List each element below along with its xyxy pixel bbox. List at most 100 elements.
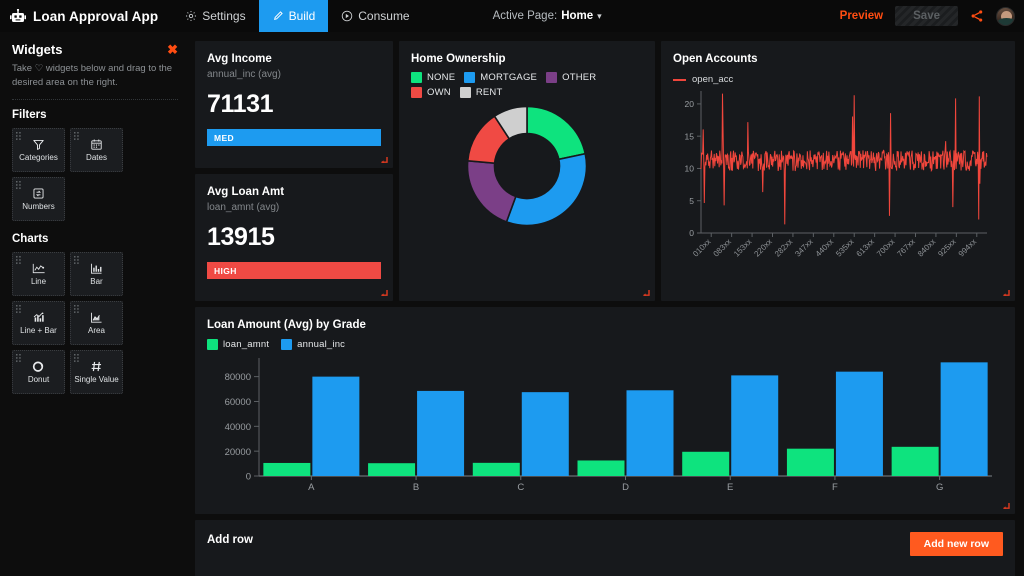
- donut-slice[interactable]: [467, 159, 517, 223]
- header-actions: Preview Save: [840, 6, 1024, 26]
- widget-dates[interactable]: Dates: [70, 127, 123, 172]
- chart-title: Open Accounts: [673, 53, 758, 65]
- bar-annual_inc[interactable]: [835, 371, 883, 476]
- bar-loan_amnt[interactable]: [368, 463, 416, 476]
- y-tick-label: 20000: [225, 447, 251, 458]
- resize-handle[interactable]: [1002, 289, 1010, 297]
- donut-slice[interactable]: [526, 106, 587, 161]
- app-title: Loan Approval App: [33, 8, 159, 24]
- main-nav: Settings Build Consume: [172, 0, 422, 32]
- nav-settings-label: Settings: [202, 9, 246, 23]
- widget-categories[interactable]: Categories: [12, 127, 65, 172]
- legend-swatch: [459, 87, 471, 98]
- chart-title: Loan Amount (Avg) by Grade: [207, 319, 366, 331]
- area-chart-icon: [90, 310, 103, 325]
- sidebar-description: Take ♡ widgets below and drag to the des…: [12, 63, 173, 88]
- donut-slice[interactable]: [505, 152, 587, 226]
- dashboard-row-2: Loan Amount (Avg) by Grade loan_amnt annu…: [195, 307, 1015, 514]
- bar-loan_amnt[interactable]: [786, 448, 834, 476]
- widget-label: Categories: [19, 153, 58, 163]
- widget-area[interactable]: Area: [70, 300, 123, 345]
- resize-handle[interactable]: [642, 289, 650, 297]
- card-home-ownership[interactable]: Home Ownership NONE MORTGAGE OTHER OWN RENT: [399, 41, 655, 301]
- legend-label: OWN: [427, 87, 451, 98]
- legend-item[interactable]: MORTGAGE: [464, 72, 537, 83]
- bar-loan_amnt[interactable]: [472, 462, 520, 476]
- robot-icon: [10, 8, 26, 24]
- x-tick-label: D: [622, 482, 629, 493]
- drag-handle-icon[interactable]: [74, 353, 79, 362]
- bar-loan_amnt[interactable]: [682, 451, 730, 476]
- bar-annual_inc[interactable]: [312, 376, 360, 476]
- resize-handle[interactable]: [380, 289, 388, 297]
- x-tick-label: 220xx: [752, 237, 773, 258]
- y-tick-label: 40000: [225, 422, 251, 433]
- resize-handle[interactable]: [1002, 502, 1010, 510]
- drag-handle-icon[interactable]: [16, 180, 21, 189]
- widget-label: Bar: [90, 277, 103, 287]
- card-avg-income[interactable]: Avg Income annual_inc (avg) 71131 MED: [195, 41, 393, 168]
- widget-line[interactable]: Line: [12, 251, 65, 296]
- legend-line-swatch: [673, 78, 686, 81]
- hash-icon: [90, 359, 103, 374]
- kpi-column: Avg Income annual_inc (avg) 71131 MED Av…: [195, 41, 393, 301]
- widget-donut[interactable]: Donut: [12, 349, 65, 394]
- nav-build[interactable]: Build: [258, 0, 329, 32]
- bar-loan_amnt[interactable]: [891, 446, 939, 476]
- legend-item[interactable]: OWN: [411, 87, 451, 98]
- bar-annual_inc[interactable]: [521, 392, 569, 476]
- nav-consume[interactable]: Consume: [328, 0, 422, 32]
- bar-annual_inc[interactable]: [417, 390, 465, 476]
- bar-annual_inc[interactable]: [940, 362, 988, 476]
- widget-label: Single Value: [74, 375, 119, 385]
- drag-handle-icon[interactable]: [16, 131, 21, 140]
- widget-bar[interactable]: Bar: [70, 251, 123, 296]
- bar-annual_inc[interactable]: [731, 375, 779, 476]
- widgets-sidebar: Widgets ✖ Take ♡ widgets below and drag …: [0, 32, 190, 576]
- y-tick-label: 80000: [225, 372, 251, 383]
- bar-annual_inc[interactable]: [626, 390, 674, 476]
- save-button[interactable]: Save: [895, 6, 958, 26]
- y-tick-label: 0: [689, 228, 694, 238]
- legend-item[interactable]: NONE: [411, 72, 455, 83]
- card-avg-loan-amt[interactable]: Avg Loan Amt loan_amnt (avg) 13915 HIGH: [195, 174, 393, 301]
- legend-item[interactable]: annual_inc: [281, 339, 345, 350]
- legend-item[interactable]: loan_amnt: [207, 339, 269, 350]
- legend-item[interactable]: OTHER: [546, 72, 596, 83]
- legend-swatch: [411, 87, 422, 98]
- drag-handle-icon[interactable]: [16, 353, 21, 362]
- drag-handle-icon[interactable]: [16, 304, 21, 313]
- x-tick-label: C: [517, 482, 524, 493]
- add-new-row-button[interactable]: Add new row: [909, 532, 1003, 556]
- legend-item[interactable]: RENT: [459, 87, 503, 98]
- line-series-open_acc: [700, 93, 988, 225]
- close-icon[interactable]: ✖: [167, 43, 178, 56]
- legend-swatch: [411, 72, 422, 83]
- bar-loan_amnt[interactable]: [577, 460, 625, 476]
- y-tick-label: 60000: [225, 397, 251, 408]
- drag-handle-icon[interactable]: [16, 255, 21, 264]
- widget-single-value[interactable]: Single Value: [70, 349, 123, 394]
- active-page-selector[interactable]: Active Page: Home ▾: [493, 10, 602, 22]
- widget-numbers[interactable]: Numbers: [12, 176, 65, 221]
- legend-label: RENT: [475, 87, 503, 98]
- gear-icon: [185, 10, 197, 22]
- calendar-icon: [90, 137, 103, 152]
- nav-settings[interactable]: Settings: [172, 0, 258, 32]
- nav-consume-label: Consume: [358, 9, 410, 23]
- card-loan-amount-by-grade[interactable]: Loan Amount (Avg) by Grade loan_amnt annu…: [195, 307, 1015, 514]
- drag-handle-icon[interactable]: [74, 255, 79, 264]
- widget-line-bar[interactable]: Line + Bar: [12, 300, 65, 345]
- resize-handle[interactable]: [380, 156, 388, 164]
- drag-handle-icon[interactable]: [74, 131, 79, 140]
- share-icon[interactable]: [970, 9, 984, 23]
- card-open-accounts[interactable]: Open Accounts open_acc 0 5 10 15 20 010xx 083x…: [661, 41, 1015, 301]
- preview-button[interactable]: Preview: [840, 10, 883, 22]
- avatar[interactable]: [996, 6, 1015, 26]
- bar-loan_amnt[interactable]: [263, 462, 311, 476]
- bar-chart-icon: [90, 261, 103, 276]
- y-tick-label: 20: [685, 99, 695, 109]
- charts-widget-grid: Line Bar Line + Bar Area Donut Single Va…: [12, 251, 178, 394]
- drag-handle-icon[interactable]: [74, 304, 79, 313]
- dashboard-canvas: Avg Income annual_inc (avg) 71131 MED Av…: [190, 32, 1024, 576]
